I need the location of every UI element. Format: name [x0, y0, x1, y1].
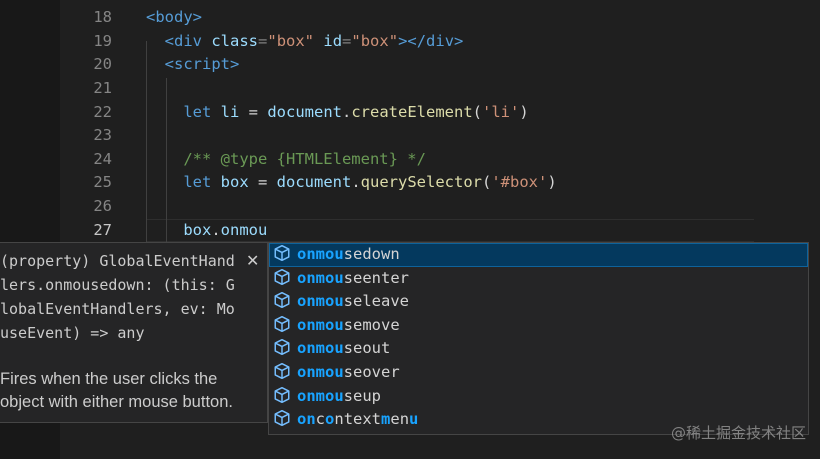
line-number: 26	[93, 197, 112, 215]
suggestion-label: oncontextmenu	[297, 410, 419, 429]
suggestion-label: onmousemove	[297, 315, 400, 334]
property-cube-icon	[273, 291, 291, 309]
property-cube-icon	[273, 268, 291, 286]
code-line[interactable]: 25 let box = document.querySelector('#bo…	[0, 171, 820, 195]
code-line[interactable]: 24 /** @type {HTMLElement} */	[0, 148, 820, 172]
suggestion-label: onmousedown	[297, 245, 400, 263]
code-text: /** @type {HTMLElement} */	[183, 150, 426, 168]
doc-signature: (property) GlobalEventHandlers.onmousedo…	[0, 252, 235, 342]
suggestion-list[interactable]: onmousedown onmouseenter onmouseleave onmou…	[268, 242, 809, 435]
code-line[interactable]: 18 <body>	[0, 6, 820, 30]
line-number: 18	[93, 8, 112, 26]
line-number: 19	[93, 32, 112, 50]
code-text: <script>	[164, 55, 240, 73]
line-number: 24	[93, 150, 112, 168]
line-number: 20	[93, 55, 112, 73]
property-cube-icon	[273, 338, 291, 356]
suggestion-label: onmouseout	[297, 339, 391, 358]
suggestion-label: onmouseenter	[297, 268, 409, 287]
property-cube-icon	[273, 315, 291, 333]
code-line[interactable]: 23	[0, 124, 820, 148]
code-text: <div class="box" id="box"></div>	[164, 32, 464, 50]
suggestion-item[interactable]: onmouseleave	[269, 290, 808, 314]
watermark: @稀土掘金技术社区	[670, 424, 806, 442]
suggestion-item[interactable]: onmouseover	[269, 361, 808, 385]
property-cube-icon	[273, 244, 291, 262]
suggestion-item[interactable]: onmouseout	[269, 337, 808, 361]
suggestion-label: onmouseover	[297, 362, 400, 381]
code-text: box.onmou	[183, 221, 268, 239]
suggestion-item[interactable]: onmouseenter	[269, 267, 808, 291]
property-cube-icon	[273, 362, 291, 380]
code-text: let box = document.querySelector('#box')	[183, 173, 557, 191]
suggestion-label: onmouseleave	[297, 292, 409, 311]
close-icon[interactable]: ✕	[246, 251, 259, 270]
suggestion-item[interactable]: onmousemove	[269, 314, 808, 338]
code-line[interactable]: 27 box.onmou	[0, 219, 820, 243]
code-line[interactable]: 20 <script>	[0, 53, 820, 77]
suggestion-item[interactable]: onmousedown	[269, 243, 808, 267]
suggestion-label: onmouseup	[297, 386, 381, 405]
code-line[interactable]: 21	[0, 77, 820, 101]
code-text: let li = document.createElement('li')	[183, 103, 529, 121]
code-text: <body>	[146, 8, 202, 26]
line-number: 21	[93, 79, 112, 97]
property-cube-icon	[273, 409, 291, 427]
property-cube-icon	[273, 386, 291, 404]
suggestion-item[interactable]: onmouseup	[269, 385, 808, 409]
line-number: 22	[93, 103, 112, 121]
code-line[interactable]: 26	[0, 195, 820, 219]
code-line[interactable]: 19 <div class="box" id="box"></div>	[0, 30, 820, 54]
code-line[interactable]: 22 let li = document.createElement('li')	[0, 101, 820, 125]
doc-description: Fires when the user clicks the object wi…	[0, 370, 233, 411]
line-number: 25	[93, 173, 112, 191]
line-number: 23	[93, 126, 112, 144]
line-number: 27	[93, 221, 112, 239]
hover-doc-panel: (property) GlobalEventHandlers.onmousedo…	[0, 242, 268, 423]
